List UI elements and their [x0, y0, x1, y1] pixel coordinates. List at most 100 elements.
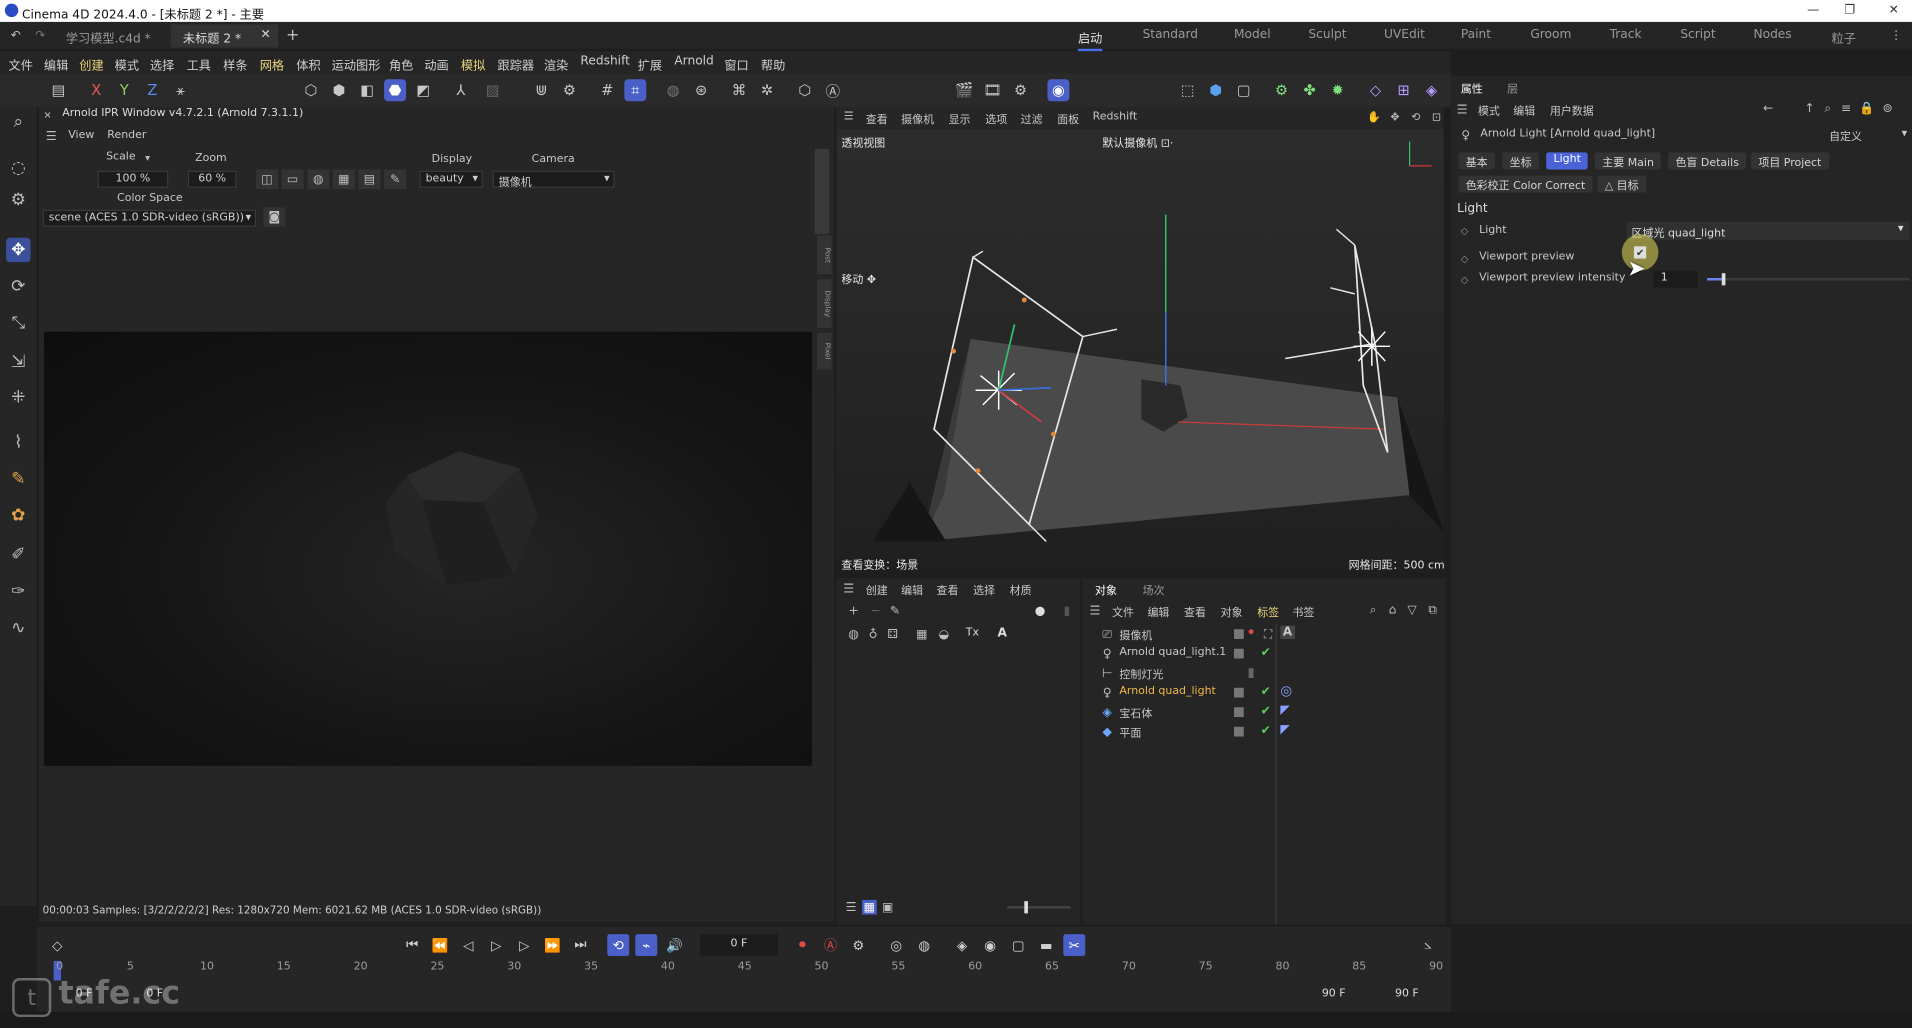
redo-icon[interactable]: ↷: [32, 27, 49, 44]
ipr-icon[interactable]: ◉: [1047, 79, 1070, 102]
layout-tab-script[interactable]: Script: [1680, 28, 1715, 41]
tab-coord[interactable]: 坐标: [1502, 152, 1539, 170]
symmetry-icon[interactable]: ◍: [662, 79, 684, 101]
object-tag[interactable]: ◎: [1280, 683, 1292, 699]
axis-mode-icon[interactable]: ⅄: [450, 79, 472, 101]
keyframe-diamond-icon[interactable]: ◇: [1458, 273, 1470, 285]
tab-color-correct[interactable]: 色彩校正 Color Correct: [1458, 175, 1593, 193]
object-tag[interactable]: A: [1280, 625, 1295, 639]
region-icon[interactable]: ▭: [281, 169, 304, 190]
knife-icon[interactable]: ⌇: [6, 430, 30, 454]
menu-redshift[interactable]: Redshift: [580, 55, 629, 68]
layout-tab-uvedit[interactable]: UVEdit: [1384, 28, 1425, 41]
coordinate-system-icon[interactable]: ⚹: [169, 79, 191, 101]
arnold-a-icon[interactable]: Ⓐ: [822, 79, 844, 101]
undo-icon[interactable]: ↶: [7, 27, 24, 44]
ipr-scrollbar[interactable]: [814, 148, 830, 235]
preset-select[interactable]: 自定义 ▾: [1824, 127, 1912, 144]
points-mode-icon[interactable]: ⬡: [300, 79, 322, 101]
restore-icon[interactable]: ❐: [1841, 1, 1858, 18]
x-axis-lock-button[interactable]: X: [85, 79, 107, 101]
scale-field[interactable]: 100 %: [97, 170, 169, 188]
menu-edit[interactable]: 编辑: [44, 55, 68, 73]
snapshot-icon[interactable]: ◫: [256, 169, 279, 190]
tab-main[interactable]: 主要 Main: [1594, 152, 1662, 170]
orbit-icon[interactable]: ⟲: [1407, 110, 1424, 127]
menu-volume[interactable]: 体积: [296, 55, 320, 73]
search-icon[interactable]: ⌕: [6, 110, 30, 134]
attr-menu-userdata[interactable]: 用户数据: [1550, 102, 1594, 118]
grid-snap-icon[interactable]: #: [596, 79, 618, 101]
next-frame-icon[interactable]: ▷: [513, 934, 535, 956]
sculpt-icon[interactable]: ✐: [6, 543, 30, 567]
enabled-check-icon[interactable]: ✔: [1258, 723, 1273, 738]
ipr-menu-view[interactable]: View: [68, 129, 94, 141]
menu-tools[interactable]: 工具: [187, 55, 211, 73]
layout-tab-sculpt[interactable]: Sculpt: [1308, 28, 1346, 41]
tab-attributes[interactable]: 属性: [1461, 80, 1483, 96]
live-select-icon[interactable]: ◌: [6, 156, 30, 180]
cloner-icon[interactable]: ✤: [1299, 79, 1321, 101]
polygons-mode-icon[interactable]: ◧: [356, 79, 378, 101]
list-view-icon[interactable]: ☰: [844, 900, 859, 915]
tab-project[interactable]: 项目 Project: [1751, 152, 1829, 170]
mat-menu-create[interactable]: 创建: [866, 582, 888, 597]
param-key-icon[interactable]: ◉: [979, 934, 1001, 956]
side-tab-display[interactable]: Display: [816, 279, 832, 329]
vp-menu-redshift[interactable]: Redshift: [1093, 111, 1138, 123]
scale-key-icon[interactable]: ◈: [951, 934, 973, 956]
menu-render[interactable]: 渲染: [544, 55, 568, 73]
obj-menu-edit[interactable]: 编辑: [1147, 604, 1169, 619]
minimize-icon[interactable]: —: [1805, 1, 1822, 18]
scale-icon[interactable]: ⤡: [6, 311, 30, 335]
menu-icon[interactable]: ☰: [841, 110, 856, 125]
transform-icon[interactable]: ⇲: [6, 350, 30, 374]
ipr-menu-render[interactable]: Render: [107, 129, 146, 141]
mat-menu-edit[interactable]: 编辑: [901, 582, 923, 597]
side-tab-post[interactable]: Post: [816, 235, 832, 275]
brush-icon[interactable]: ✎: [6, 467, 30, 491]
home-icon[interactable]: ⌂: [1385, 602, 1400, 617]
vp-menu-display[interactable]: 显示: [949, 111, 971, 127]
sound-icon[interactable]: 🔊: [663, 934, 685, 956]
globe-icon[interactable]: ◍: [846, 627, 861, 642]
menu-file[interactable]: 文件: [9, 55, 33, 73]
menu-icon[interactable]: ☰: [44, 129, 59, 144]
object-row-plane[interactable]: ◆ 平面 ✔ ◤: [1083, 722, 1446, 742]
obj-menu-bookmarks[interactable]: 书签: [1293, 604, 1315, 619]
mat-menu-select[interactable]: 选择: [973, 582, 995, 597]
checker-icon[interactable]: ▦: [915, 627, 930, 642]
layout-tab-standard[interactable]: Standard: [1143, 28, 1198, 41]
close-ipr-icon[interactable]: ✕: [41, 109, 53, 121]
snap-icon[interactable]: ⌗: [624, 79, 647, 102]
mat-menu-view[interactable]: 查看: [936, 582, 958, 597]
circle-icon[interactable]: ●: [1033, 604, 1048, 619]
paint-icon[interactable]: ✿: [6, 504, 30, 528]
spline-tool-icon[interactable]: ∿: [6, 616, 30, 640]
tracks-icon[interactable]: ▬: [1035, 934, 1057, 956]
up-arrow-icon[interactable]: ↑: [1802, 101, 1817, 116]
square-icon[interactable]: ▮: [1060, 604, 1075, 619]
record-icon[interactable]: ⏺: [791, 934, 813, 956]
perspective-viewport[interactable]: 透视视图 默认摄像机 ⊡· 移动 ✥ 查看变换：场景 网格间距：500 cm: [836, 129, 1445, 574]
prev-frame-icon[interactable]: ◁: [457, 934, 479, 956]
dolly-icon[interactable]: ✥: [1386, 110, 1403, 127]
arnold-icon[interactable]: ⬡: [794, 79, 816, 101]
visibility-dots[interactable]: [1234, 687, 1244, 698]
settings-icon[interactable]: ⊚: [1880, 101, 1895, 116]
vp-menu-camera[interactable]: 摄像机: [901, 111, 934, 127]
scale-dropdown-icon[interactable]: ▾: [141, 151, 153, 163]
camera-name[interactable]: 默认摄像机 ⊡·: [1102, 134, 1173, 150]
layout-tab-particles[interactable]: 粒子: [1832, 28, 1856, 46]
obj-menu-object[interactable]: 对象: [1221, 604, 1243, 619]
tab-objects[interactable]: 对象: [1095, 582, 1117, 597]
field-icon[interactable]: ⊞: [1393, 79, 1415, 101]
play-icon[interactable]: ▷: [485, 934, 507, 956]
menu-spline[interactable]: 样条: [223, 55, 247, 73]
lock-icon[interactable]: 🔒: [1859, 101, 1874, 116]
vp-menu-options[interactable]: 选项: [985, 111, 1007, 127]
menu-arnold[interactable]: Arnold: [674, 55, 713, 68]
globe-icon[interactable]: ◍: [307, 169, 330, 190]
graph-icon[interactable]: ⦣: [1417, 934, 1439, 956]
menu-window[interactable]: 窗口: [724, 55, 748, 73]
